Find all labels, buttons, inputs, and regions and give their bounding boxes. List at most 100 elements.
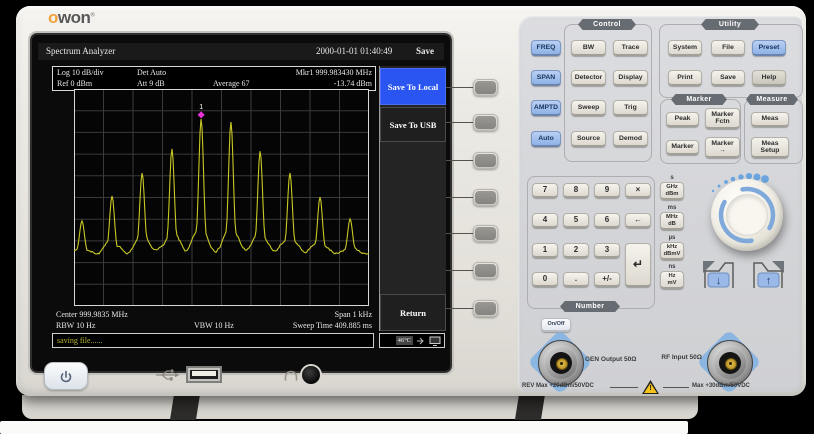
key-8[interactable]: 8 [563, 183, 589, 198]
param-marker-level: -13.74 dBm [334, 79, 372, 89]
usb-icon [154, 368, 181, 382]
peak-button[interactable]: Peak [666, 112, 699, 127]
meas-setup-button[interactable]: Meas Setup [751, 137, 789, 158]
softkey-4[interactable] [473, 189, 498, 206]
key-2[interactable]: 2 [563, 243, 589, 258]
key-multiply[interactable]: × [625, 183, 651, 198]
menu-save-to-local[interactable]: Save To Local [380, 68, 446, 105]
footer-sweep-time: Sweep Time 409.885 ms [293, 321, 372, 331]
softkey-3[interactable] [473, 152, 498, 169]
audio-jack [302, 366, 320, 384]
span-button[interactable]: SPAN [531, 70, 561, 86]
key-dot[interactable]: . [563, 272, 589, 287]
softkey-menu: Save To Local Save To USB Return [379, 66, 446, 331]
auto-button[interactable]: Auto [531, 131, 561, 147]
meas-button[interactable]: Meas [751, 112, 789, 127]
print-button[interactable]: Print [668, 70, 702, 86]
softkey-1[interactable] [473, 79, 498, 96]
marker-fctn-button[interactable]: Marker Fctn [705, 108, 740, 129]
key-7[interactable]: 7 [532, 183, 558, 198]
display-button[interactable]: Display [613, 70, 648, 86]
unit-key-hz-mv[interactable]: Hz mV [660, 271, 684, 289]
demod-button[interactable]: Demod [613, 131, 648, 147]
rf-input-connector [707, 340, 753, 386]
key-enter[interactable]: ↵ [625, 243, 651, 287]
key-5[interactable]: 5 [563, 213, 589, 228]
param-att: Att 9 dB [137, 79, 165, 89]
unit-key-khz-dbmv[interactable]: kHz dBmV [660, 242, 684, 260]
marker-button[interactable]: Marker [666, 140, 699, 155]
step-up-button[interactable]: ↑ [751, 258, 787, 290]
marker-to-button[interactable]: Marker → [705, 137, 740, 158]
file-button[interactable]: File [711, 40, 745, 56]
step-down-button[interactable]: ↓ [700, 258, 736, 290]
softkey-lead-6 [446, 270, 473, 271]
unit-key-mhz-db[interactable]: MHz dB [660, 212, 684, 230]
param-ref: Ref 0 dBm [57, 79, 92, 89]
softkey-5[interactable] [473, 225, 498, 242]
softkey-6[interactable] [473, 262, 498, 279]
key-0[interactable]: 0 [532, 272, 558, 287]
param-average: Average 67 [213, 79, 250, 89]
rotary-knob[interactable] [711, 179, 783, 251]
registered-mark: ® [90, 12, 94, 18]
menu-save-to-usb[interactable]: Save To USB [380, 107, 446, 142]
power-button[interactable] [44, 362, 88, 390]
key-3[interactable]: 3 [594, 243, 620, 258]
key-9[interactable]: 9 [594, 183, 620, 198]
sweep-button[interactable]: Sweep [571, 100, 606, 116]
rf-input-label: RF Input 50Ω [652, 354, 702, 361]
unit-key-ghz-dbm[interactable]: GHz dBm [660, 182, 684, 200]
unit-tag-us: µs [660, 235, 684, 242]
help-button[interactable]: Help [752, 70, 786, 86]
footer-rbw: RBW 10 Hz [56, 321, 95, 331]
front-control-panel: FREQ SPAN AMPTD Auto Control BW Trace De… [518, 16, 802, 392]
softkey-lead-3 [446, 160, 473, 161]
brand-logo: owon® [48, 8, 94, 30]
param-scale: Log 10 dB/div [57, 68, 104, 78]
up-arrow-icon: ↑ [766, 275, 772, 287]
unit-tag-ms: ms [660, 205, 684, 212]
bw-button[interactable]: BW [571, 40, 606, 56]
warning-exclamation: ! [642, 384, 659, 393]
key-plus-minus[interactable]: +/- [594, 272, 620, 287]
preset-button[interactable]: Preset [752, 40, 786, 56]
key-backspace[interactable]: ← [625, 213, 651, 228]
menu-title: Save [416, 43, 434, 60]
power-icon [59, 369, 73, 383]
onoff-button[interactable]: On/Off [541, 318, 571, 332]
footer-vbw: VBW 10 Hz [194, 321, 234, 331]
brand-logo-rest: won [58, 8, 91, 27]
softkey-7[interactable] [473, 300, 498, 317]
remote-screen-icon [429, 336, 441, 346]
key-1[interactable]: 1 [532, 243, 558, 258]
measure-group-label: Measure [746, 94, 798, 105]
source-button[interactable]: Source [571, 131, 606, 147]
temperature-readout: 46°C [396, 336, 413, 345]
usb-status-icon [416, 337, 426, 345]
trace-button[interactable]: Trace [613, 40, 648, 56]
param-marker-freq: Mkr1 999.983430 MHz [296, 68, 372, 78]
divider [663, 387, 689, 388]
headphone-icon [283, 369, 299, 381]
unit-tag-s: s [660, 175, 684, 182]
device-foot-left [170, 394, 200, 420]
menu-return[interactable]: Return [380, 294, 446, 331]
number-group-label: Number [560, 301, 620, 312]
softkey-lead-7 [446, 308, 473, 309]
system-button[interactable]: System [668, 40, 702, 56]
freq-button[interactable]: FREQ [531, 40, 561, 56]
softkey-2[interactable] [473, 114, 498, 131]
amptd-button[interactable]: AMPTD [531, 100, 561, 116]
gen-output-connector [538, 340, 584, 386]
divider [610, 387, 638, 388]
marker-diamond-icon [198, 111, 205, 118]
key-6[interactable]: 6 [594, 213, 620, 228]
detector-button[interactable]: Detector [571, 70, 606, 86]
key-4[interactable]: 4 [532, 213, 558, 228]
spectrum-analyzer-device: owon® Spectrum Analyzer 2000-01-01 01:40… [16, 6, 806, 396]
gen-output-label: GEN Output 50Ω [585, 356, 636, 363]
status-bar: saving file...... [52, 333, 374, 348]
trig-button[interactable]: Trig [613, 100, 648, 116]
save-button[interactable]: Save [711, 70, 745, 86]
